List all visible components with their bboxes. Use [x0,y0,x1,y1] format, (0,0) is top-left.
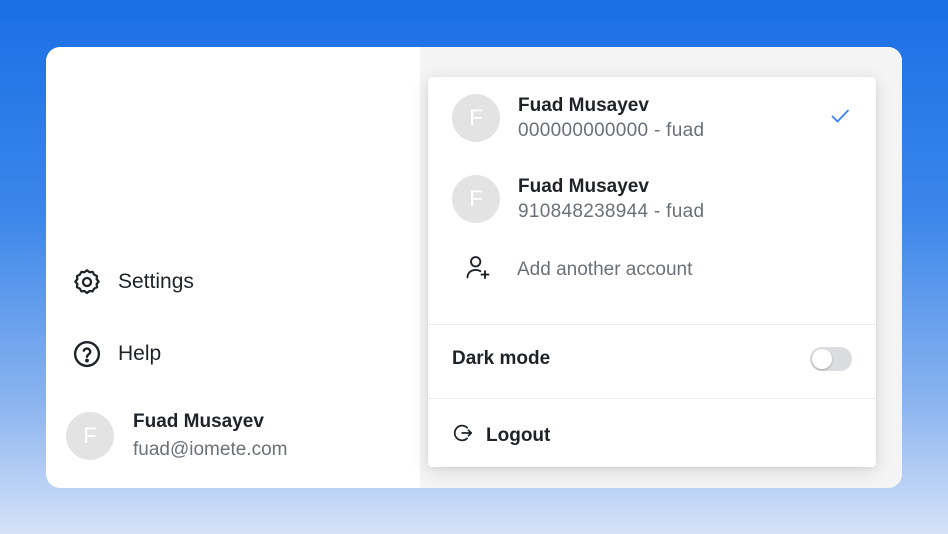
user-email: fuad@iomete.com [133,439,288,460]
settings-label: Settings [118,270,194,293]
gear-icon [72,267,102,297]
sidebar-item-settings[interactable]: Settings [72,267,194,297]
add-user-icon [464,253,492,287]
dark-mode-label: Dark mode [452,348,551,369]
account-name: Fuad Musayev [518,94,649,116]
account-subtitle: 910848238944 - fuad [518,200,705,222]
avatar: F [66,412,114,460]
user-info: Fuad Musayev fuad@iomete.com [133,411,287,461]
help-circle-icon [72,339,102,369]
account-item[interactable]: F Fuad Musayev 000000000000 - fuad [452,94,852,142]
account-info: Fuad Musayev 910848238944 - fuad [518,176,852,223]
divider [428,324,876,325]
avatar: F [452,175,500,223]
account-subtitle: 000000000000 - fuad [518,119,705,141]
dark-mode-toggle[interactable] [810,347,852,371]
user-name: Fuad Musayev [133,411,264,432]
add-account-button[interactable]: Add another account [464,253,692,287]
logout-icon [452,422,474,450]
avatar: F [452,94,500,142]
account-menu: F Fuad Musayev 000000000000 - fuad F Fua… [428,77,876,467]
help-label: Help [118,342,162,365]
account-info: Fuad Musayev 000000000000 - fuad [518,95,828,142]
dark-mode-row: Dark mode [452,347,852,371]
sidebar-item-help[interactable]: Help [72,339,161,369]
divider [428,398,876,399]
account-name: Fuad Musayev [518,175,649,197]
toggle-knob [812,349,832,369]
check-icon [828,104,852,133]
logout-button[interactable]: Logout [452,422,550,450]
account-item[interactable]: F Fuad Musayev 910848238944 - fuad [452,175,852,223]
current-user[interactable]: F Fuad Musayev fuad@iomete.com [66,411,287,461]
logout-label: Logout [486,425,551,446]
add-account-label: Add another account [517,259,693,280]
